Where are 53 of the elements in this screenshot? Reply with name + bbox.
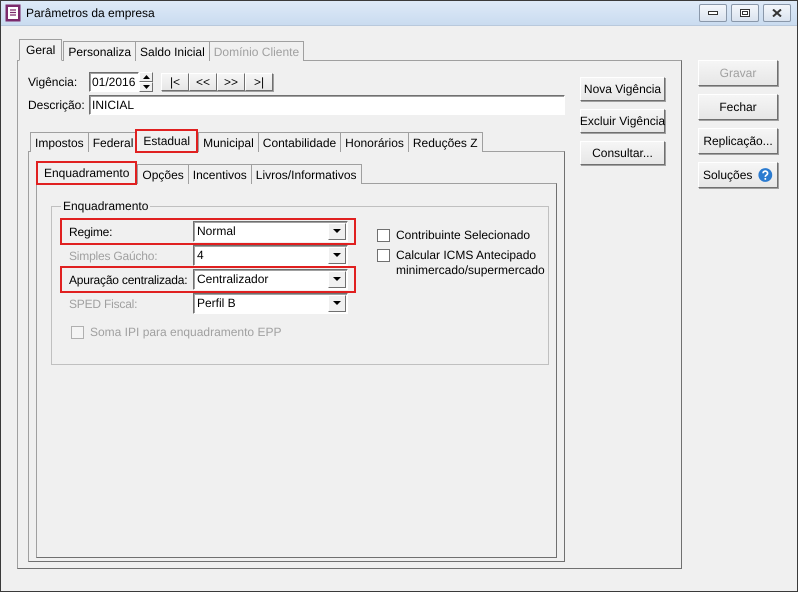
dropdown-arrow-icon [333, 277, 341, 282]
help-icon [758, 166, 773, 184]
action-button[interactable]: Soluções [698, 162, 778, 188]
nav-button[interactable]: |< [161, 73, 189, 91]
dropdown-arrow-icon [333, 301, 341, 306]
checkbox[interactable] [377, 249, 390, 262]
action-button[interactable]: Replicação... [698, 128, 778, 154]
checkbox-label: Contribuinte Selecionado [396, 228, 532, 243]
spin-buttons[interactable] [139, 72, 153, 92]
action-button[interactable]: Consultar... [580, 141, 665, 165]
dropdown[interactable]: Centralizador [193, 269, 348, 290]
action-button[interactable]: Excluir Vigência [580, 109, 665, 133]
close-button[interactable] [763, 4, 791, 22]
nav-button[interactable]: >> [217, 73, 245, 91]
tab[interactable]: Opções [137, 164, 189, 184]
dropdown-arrow-icon [333, 229, 341, 234]
document-icon [5, 4, 21, 22]
nav-button[interactable]: >| [245, 73, 273, 91]
field-label: Descrição: [28, 98, 86, 112]
tab[interactable]: Municipal [198, 132, 259, 152]
dropdown[interactable]: Normal [193, 221, 348, 242]
tab[interactable]: Livros/Informativos [250, 164, 362, 184]
input-field[interactable]: 01/2016 [89, 72, 139, 92]
tab[interactable]: Estadual [136, 130, 198, 152]
field-label: Simples Gaúcho: [68, 248, 158, 264]
tab[interactable]: Incentivos [188, 164, 252, 184]
checkbox-label: Soma IPI para enquadramento EPP [90, 325, 282, 340]
close-icon [772, 9, 782, 17]
field-label: Vigência: [28, 75, 78, 89]
input-field[interactable]: INICIAL [89, 95, 565, 115]
minimize-button[interactable] [699, 4, 727, 22]
maximize-button[interactable] [731, 4, 759, 22]
field-label: Regime: [68, 224, 114, 240]
tab[interactable]: Contabilidade [258, 132, 342, 152]
dropdown-arrow-icon [333, 253, 341, 258]
tab[interactable]: Reduções Z [408, 132, 483, 152]
tab[interactable]: Personaliza [63, 41, 136, 61]
tab[interactable]: Geral [19, 39, 62, 61]
restore-icon [740, 9, 750, 17]
field-label: Apuração centralizada: [68, 272, 188, 288]
tab[interactable]: Saldo Inicial [135, 41, 210, 61]
window-title: Parâmetros da empresa [26, 6, 156, 20]
field-label: SPED Fiscal: [68, 296, 138, 312]
tab[interactable]: Enquadramento [37, 162, 136, 184]
tab[interactable]: Honorários [340, 132, 409, 152]
group-title: Enquadramento [62, 199, 150, 213]
tab[interactable]: Impostos [30, 132, 89, 152]
nav-button[interactable]: << [189, 73, 217, 91]
checkbox-label: Calcular ICMS Antecipado minimercado/supermercado [396, 248, 546, 278]
checkbox[interactable] [377, 229, 390, 242]
minimize-icon [708, 11, 718, 15]
action-button[interactable]: Fechar [698, 94, 778, 120]
action-button[interactable]: Nova Vigência [580, 77, 665, 101]
